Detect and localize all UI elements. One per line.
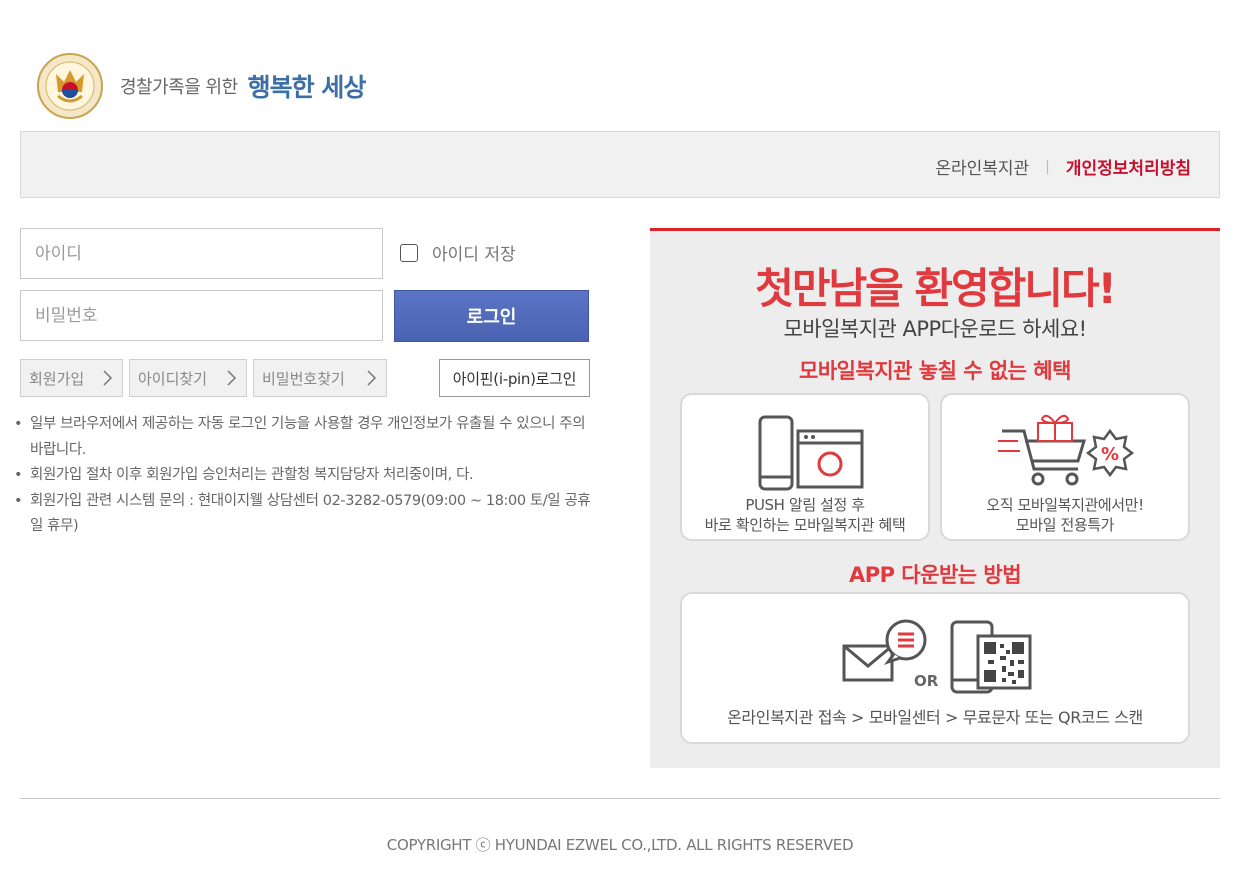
push-card-line1: PUSH 알림 설정 후 [745,496,865,514]
promo-title: 첫만남을 환영합니다! [755,264,1117,313]
slogan-small: 경찰가족을 위한 [120,77,238,98]
top-navigation-bar: 온라인복지관 | 개인정보처리방침 [20,131,1220,198]
online-welfare-link[interactable]: 온라인복지관 [935,154,1029,179]
find-password-button[interactable]: 비밀번호찾기 [253,359,387,397]
ipin-login-button[interactable]: 아이핀(i-pin)로그인 [439,359,590,397]
push-card-line2: 바로 확인하는 모바일복지관 혜택 [704,516,906,534]
or-label: OR [914,672,939,690]
promo-subtitle: 모바일복지관 APP다운로드 하세요! [783,317,1087,341]
special-card-line2: 모바일 전용특가 [1015,516,1115,534]
notice-item: 회원가입 관련 시스템 문의 : 현대이지웰 상담센터 02-3282-0579… [14,489,594,540]
notice-list: 일부 브라우저에서 제공하는 자동 로그인 기능을 사용할 경우 개인정보가 유… [14,412,594,540]
id-input[interactable] [20,228,383,279]
find-id-button-label: 아이디찾기 [138,369,208,388]
chevron-right-icon [103,370,113,386]
save-id-checkbox[interactable] [400,243,418,262]
find-password-button-label: 비밀번호찾기 [262,369,345,388]
police-emblem-icon [37,53,103,119]
join-button-label: 회원가입 [29,369,85,388]
qr-code-scan-icon [950,620,1032,694]
benefits-heading: 모바일복지관 놓칠 수 없는 혜택 [799,359,1071,383]
copyright-text: COPYRIGHT ⓒ HYUNDAI EZWEL CO.,LTD. ALL R… [386,836,854,854]
push-card-text: PUSH 알림 설정 후 바로 확인하는 모바일복지관 혜택 [682,495,928,535]
nav-separator: | [1045,158,1050,175]
special-price-card: % 오직 모바일복지관에서만! 모바일 전용특가 [940,393,1190,541]
save-id-option[interactable]: 아이디 저장 [400,240,516,265]
notice-item: 일부 브라우저에서 제공하는 자동 로그인 기능을 사용할 경우 개인정보가 유… [14,412,594,463]
site-logo[interactable]: 경찰가족을 위한 행복한 세상 [36,52,367,120]
percent-glyph: % [1101,444,1119,465]
push-notification-icon [758,415,864,491]
privacy-policy-link[interactable]: 개인정보처리방침 [1066,154,1191,179]
special-card-line1: 오직 모바일복지관에서만! [986,496,1144,514]
how-to-download-heading: APP 다운받는 방법 [848,563,1022,587]
special-card-text: 오직 모바일복지관에서만! 모바일 전용특가 [942,495,1188,535]
slogan-big: 행복한 세상 [247,73,367,102]
password-input[interactable] [20,290,383,341]
chevron-right-icon [227,370,237,386]
notice-item: 회원가입 절차 이후 회원가입 승인처리는 관할청 복지담당자 처리중이며, 다… [14,463,594,489]
push-benefit-card: PUSH 알림 설정 후 바로 확인하는 모바일복지관 혜택 [680,393,930,541]
app-promo-banner: 첫만남을 환영합니다! 모바일복지관 APP다운로드 하세요! 모바일복지관 놓… [650,228,1220,768]
how-to-download-text: 온라인복지관 접속 > 모바일센터 > 무료문자 또는 QR코드 스캔 [727,708,1143,727]
footer-divider [20,798,1220,799]
login-button[interactable]: 로그인 [394,290,589,342]
join-button[interactable]: 회원가입 [20,359,123,397]
shopping-cart-gift-icon: % [998,414,1135,486]
find-id-button[interactable]: 아이디찾기 [129,359,247,397]
chevron-right-icon [367,370,377,386]
top-links: 온라인복지관 | 개인정보처리방침 [935,154,1191,180]
save-id-label: 아이디 저장 [432,245,516,265]
how-to-download-card: OR 온라인복지관 접속 > 모바일센터 > 무료문자 또는 QR코드 스캔 [680,592,1190,744]
